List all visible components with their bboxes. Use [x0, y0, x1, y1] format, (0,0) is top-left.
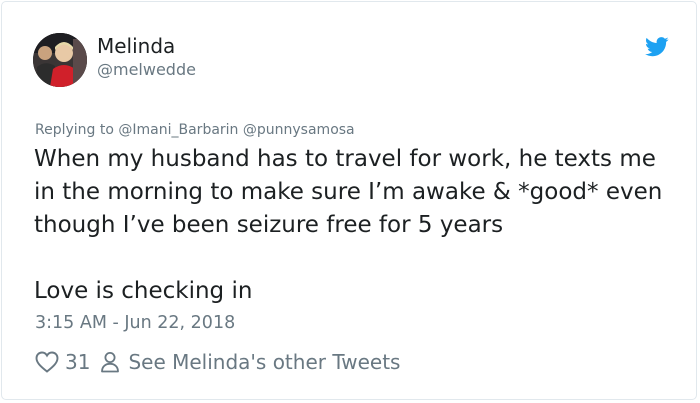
- replying-to-prefix: Replying to: [35, 122, 114, 138]
- other-tweets-link[interactable]: See Melinda's other Tweets: [128, 350, 400, 374]
- twitter-bird-icon[interactable]: [645, 37, 669, 57]
- tweet-actions: 31 See Melinda's other Tweets: [35, 348, 400, 376]
- avatar-image: [33, 33, 87, 87]
- avatar[interactable]: [33, 33, 87, 87]
- person-icon: [101, 352, 120, 373]
- tweet-text: When my husband has to travel for work, …: [34, 146, 663, 304]
- mention-link[interactable]: @punnysamosa: [243, 122, 355, 138]
- tweet-card: Melinda @melwedde Replying to @Imani_Bar…: [1, 1, 697, 400]
- replying-to: Replying to @Imani_Barbarin @punnysamosa: [35, 122, 355, 138]
- tweet-timestamp[interactable]: 3:15 AM - Jun 22, 2018: [35, 313, 235, 333]
- like-count: 31: [65, 350, 91, 374]
- author-name[interactable]: Melinda: [97, 34, 175, 58]
- heart-icon[interactable]: [35, 351, 59, 373]
- author-handle[interactable]: @melwedde: [97, 60, 196, 79]
- mention-link[interactable]: @Imani_Barbarin: [118, 122, 238, 138]
